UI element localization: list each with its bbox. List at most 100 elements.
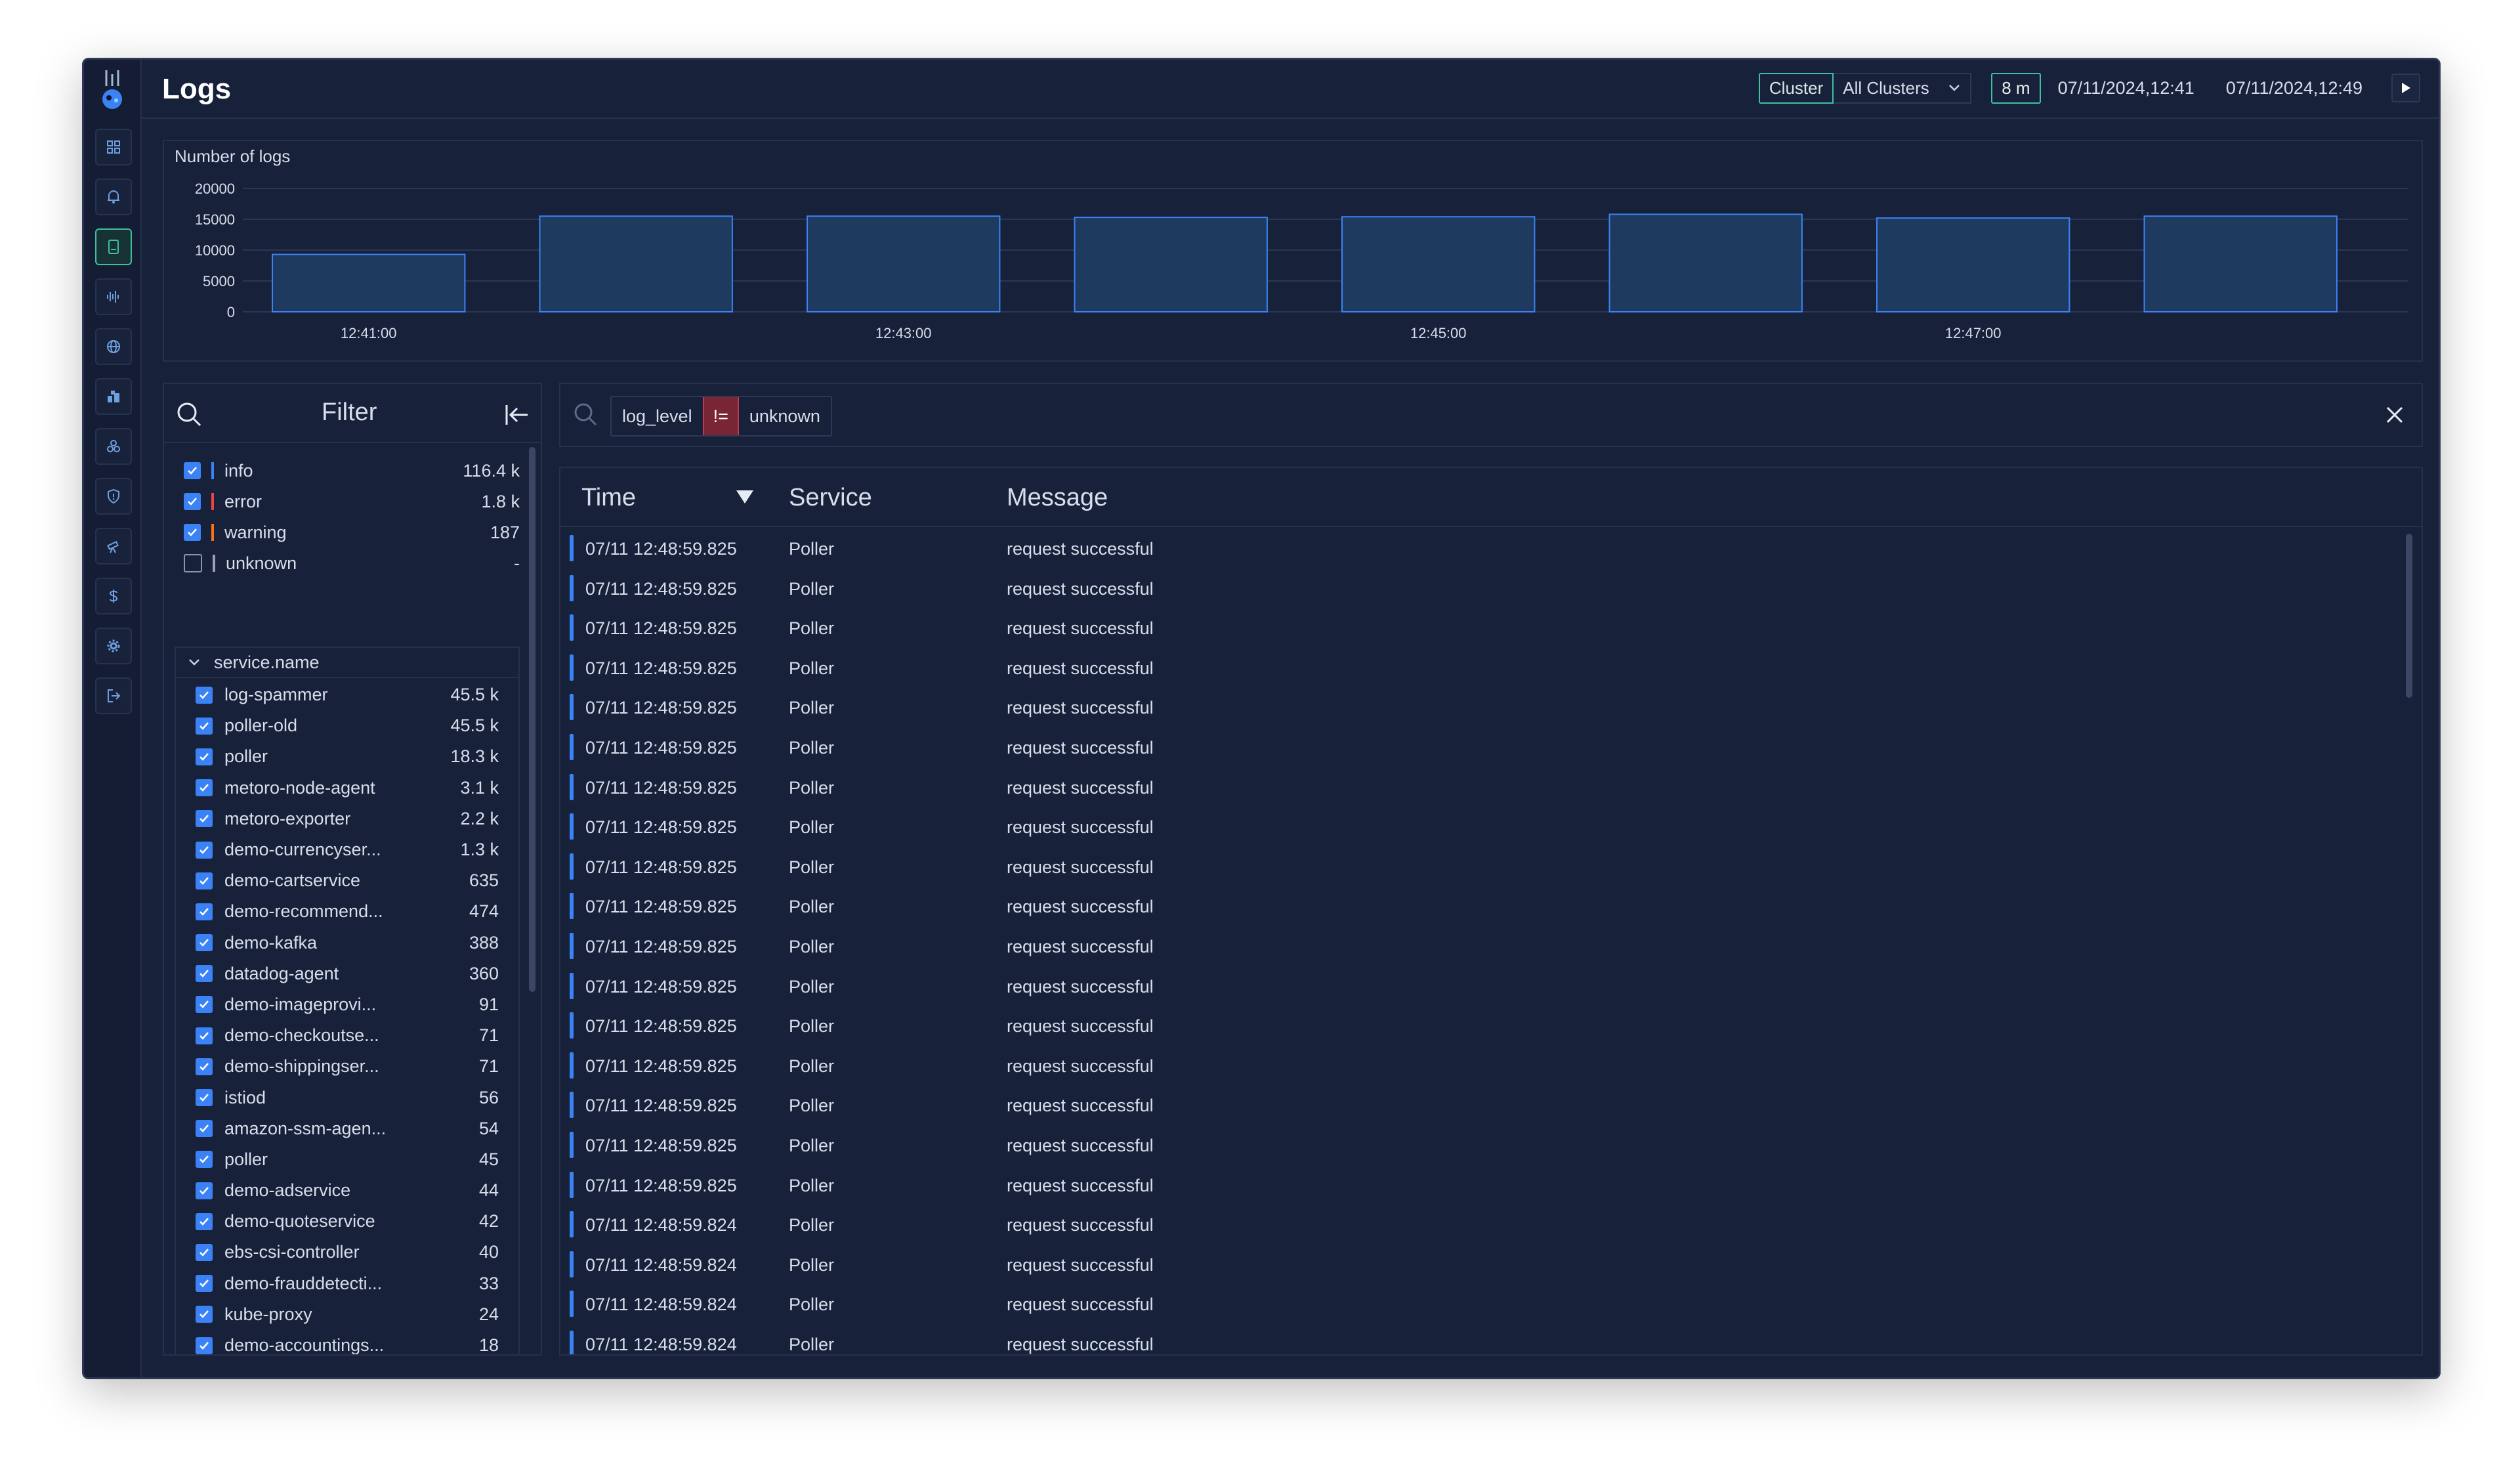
level-checkbox[interactable] [184,462,201,479]
log-row[interactable]: 07/11 12:48:59.825 Poller request successf… [560,687,2422,727]
service-checkbox[interactable] [196,872,213,890]
log-row[interactable]: 07/11 12:48:59.825 Poller request successf… [560,727,2422,767]
log-row[interactable]: 07/11 12:48:59.825 Poller request successf… [560,648,2422,688]
service-filter-item[interactable]: demo-cartservice 635 [176,865,518,896]
service-filter-item[interactable]: istiod 56 [176,1082,518,1113]
query-operator[interactable]: != [702,397,739,435]
service-checkbox[interactable] [196,1089,213,1107]
sort-desc-icon[interactable] [736,490,753,504]
log-row[interactable]: 07/11 12:48:59.824 Poller request successf… [560,1205,2422,1245]
log-row[interactable]: 07/11 12:48:59.825 Poller request successf… [560,966,2422,1006]
service-checkbox[interactable] [196,686,213,704]
service-filter-item[interactable]: kube-proxy 24 [176,1299,518,1330]
service-filter-item[interactable]: demo-checkoutse... 71 [176,1020,518,1051]
service-filter-item[interactable]: demo-currencyser... 1.3 k [176,834,518,865]
query-filter-chip[interactable]: log_level != unknown [610,396,832,437]
column-time[interactable]: Time [581,484,636,512]
service-checkbox[interactable] [196,996,213,1014]
service-filter-item[interactable]: demo-adservice 44 [176,1175,518,1206]
nav-globe-button[interactable] [95,328,132,365]
service-checkbox[interactable] [196,1212,213,1230]
log-row[interactable]: 07/11 12:48:59.825 Poller request successf… [560,847,2422,887]
end-datetime[interactable]: 07/11/2024,12:49 [2226,78,2362,98]
service-checkbox[interactable] [196,717,213,735]
service-filter-item[interactable]: ebs-csi-controller 40 [176,1237,518,1268]
service-checkbox[interactable] [196,965,213,983]
log-row[interactable]: 07/11 12:48:59.824 Poller request successf… [560,1284,2422,1324]
chart-bar[interactable] [807,215,1001,312]
service-filter-item[interactable]: poller-old 45.5 k [176,710,518,741]
service-filter-item[interactable]: metoro-node-agent 3.1 k [176,773,518,804]
log-row[interactable]: 07/11 12:48:59.825 Poller request successf… [560,608,2422,648]
service-filter-item[interactable]: metoro-exporter 2.2 k [176,804,518,834]
start-datetime[interactable]: 07/11/2024,12:41 [2058,78,2194,98]
search-icon[interactable] [175,400,203,429]
service-checkbox[interactable] [196,903,213,920]
service-checkbox[interactable] [196,1058,213,1075]
level-filter-1[interactable]: error 1.8 k [184,488,520,515]
level-checkbox[interactable] [184,554,202,572]
service-filter-item[interactable]: demo-quoteservice 42 [176,1206,518,1237]
log-row[interactable]: 07/11 12:48:59.825 Poller request successf… [560,528,2422,568]
time-range-button[interactable]: 8 m [1991,72,2041,104]
chart-bar[interactable] [1876,217,2070,313]
log-row[interactable]: 07/11 12:48:59.825 Poller request successf… [560,1046,2422,1086]
chart-bar[interactable] [539,215,733,312]
service-checkbox[interactable] [196,1151,213,1168]
search-icon[interactable] [572,401,598,427]
service-filter-item[interactable]: demo-imageprovi... 91 [176,989,518,1020]
service-filter-item[interactable]: demo-kafka 388 [176,928,518,958]
service-checkbox[interactable] [196,748,213,765]
service-checkbox[interactable] [196,1120,213,1138]
metoro-logo[interactable] [93,66,131,114]
log-row[interactable]: 07/11 12:48:59.824 Poller request successf… [560,1245,2422,1285]
level-filter-3[interactable]: unknown - [184,550,520,576]
service-checkbox[interactable] [196,1275,213,1293]
service-name-group-header[interactable]: service.name [176,648,518,678]
nav-gear-button[interactable] [95,628,132,664]
log-scrollbar[interactable] [2406,534,2412,698]
play-button[interactable] [2391,74,2420,102]
service-filter-item[interactable]: demo-recommend... 474 [176,896,518,927]
level-filter-2[interactable]: warning 187 [184,519,520,546]
chart-bar[interactable] [2143,215,2338,312]
column-message[interactable]: Message [1007,484,1108,512]
log-row[interactable]: 07/11 12:48:59.825 Poller request successf… [560,568,2422,609]
log-row[interactable]: 07/11 12:48:59.824 Poller request successf… [560,1324,2422,1354]
nav-dashboard-button[interactable] [95,129,132,165]
log-row[interactable]: 07/11 12:48:59.825 Poller request successf… [560,1006,2422,1046]
nav-bell-button[interactable] [95,179,132,215]
service-filter-item[interactable]: datadog-agent 360 [176,958,518,989]
service-checkbox[interactable] [196,1243,213,1261]
level-checkbox[interactable] [184,524,201,541]
service-filter-item[interactable]: amazon-ssm-agen... 54 [176,1113,518,1144]
nav-dollar-button[interactable] [95,578,132,614]
nav-logs-button[interactable] [95,228,132,265]
chart-bar[interactable] [1608,213,1803,313]
service-checkbox[interactable] [196,934,213,952]
nav-telescope-button[interactable] [95,528,132,565]
log-row[interactable]: 07/11 12:48:59.825 Poller request successf… [560,886,2422,926]
service-filter-item[interactable]: demo-shippingser... 71 [176,1051,518,1082]
nav-shield-button[interactable] [95,478,132,515]
log-row[interactable]: 07/11 12:48:59.825 Poller request successf… [560,1125,2422,1165]
service-checkbox[interactable] [196,1306,213,1323]
column-service[interactable]: Service [789,484,872,512]
service-checkbox[interactable] [196,1337,213,1354]
service-checkbox[interactable] [196,810,213,828]
nav-services-button[interactable] [95,428,132,465]
log-row[interactable]: 07/11 12:48:59.825 Poller request successf… [560,926,2422,966]
service-filter-item[interactable]: poller 18.3 k [176,741,518,772]
service-checkbox[interactable] [196,1027,213,1044]
chart-bar[interactable] [272,253,466,312]
log-row[interactable]: 07/11 12:48:59.825 Poller request successf… [560,1085,2422,1125]
service-filter-item[interactable]: log-spammer 45.5 k [176,679,518,710]
nav-traces-button[interactable] [95,278,132,315]
filter-scrollbar[interactable] [529,447,536,992]
log-row[interactable]: 07/11 12:48:59.825 Poller request successf… [560,807,2422,847]
service-checkbox[interactable] [196,779,213,797]
log-row[interactable]: 07/11 12:48:59.825 Poller request successf… [560,767,2422,807]
nav-logout-button[interactable] [95,677,132,714]
service-checkbox[interactable] [196,1182,213,1199]
service-filter-item[interactable]: demo-accountings... 18 [176,1330,518,1354]
